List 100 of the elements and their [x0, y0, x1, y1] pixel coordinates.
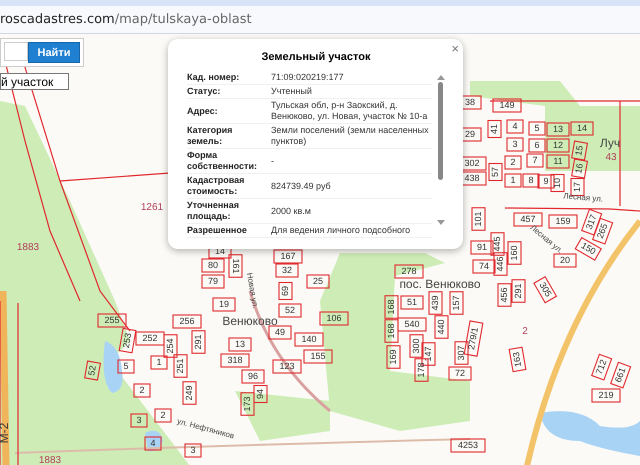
parcel-outline — [268, 325, 292, 340]
parcel-outline — [546, 138, 570, 153]
parcel-number: 318 — [227, 355, 243, 365]
parcel-number: 278 — [401, 266, 417, 276]
parcel-number: 11 — [553, 156, 563, 166]
parcel-number: 252 — [142, 333, 158, 343]
parcel-outline — [450, 438, 486, 453]
parcel-outline — [428, 291, 443, 315]
field-label: Уточненная площадь: — [187, 200, 240, 222]
parcel-outline — [546, 122, 570, 137]
layer-select[interactable]: й участок — [0, 73, 69, 90]
parcel-outline — [497, 283, 512, 307]
parcel-outline — [182, 381, 197, 405]
field-value: Земли поселений (земли населенных пунктов) — [271, 125, 430, 147]
parcel-outline — [513, 212, 543, 227]
address-bar[interactable]: roscadastres.com/map/tulskaya-oblast — [0, 6, 640, 34]
parcel-number: 80 — [208, 260, 218, 270]
field-label: Адрес: — [187, 106, 219, 116]
parcel-number: 25 — [313, 276, 323, 286]
area-number: 2 — [522, 326, 528, 337]
parcel-outline — [522, 173, 540, 188]
parcel-number: 51 — [407, 297, 417, 307]
field-value: Для ведения личного подсобного — [271, 225, 412, 236]
close-button[interactable]: × — [451, 42, 459, 55]
parcel-number: 661 — [612, 366, 628, 384]
parcel-number: 32 — [282, 265, 292, 275]
parcel-number: 167 — [280, 251, 296, 261]
field-value: 71:09:020219:177 — [271, 72, 345, 83]
parcel-number: 9 — [544, 176, 548, 186]
parcel-number: 6 — [534, 140, 540, 150]
parcel-number: 457 — [520, 214, 536, 224]
parcel-number: 219 — [598, 390, 614, 400]
parcel-number: 16 — [573, 162, 585, 174]
parcel-outline — [434, 315, 449, 339]
parcel-outline — [275, 263, 299, 278]
scroll-up-icon[interactable] — [436, 75, 444, 80]
parcel-number: 160 — [509, 245, 519, 261]
parcel-outline — [528, 121, 546, 136]
parcel-number: 10 — [552, 178, 562, 188]
parcel-number: 13 — [553, 124, 563, 134]
parcel-outline — [526, 153, 544, 168]
parcel-outline — [449, 291, 464, 315]
street-name: Лесная ул. — [562, 191, 604, 204]
parcel-number: 302 — [464, 158, 480, 168]
field-value: 824739.49 руб — [271, 180, 332, 192]
parcel-number: 155 — [310, 351, 326, 361]
parcel-outline — [533, 276, 558, 304]
parcel-outline — [508, 346, 527, 372]
parcel-number: 540 — [404, 319, 420, 329]
parcel-outline — [319, 311, 349, 326]
popup-title: Земельный участок — [260, 51, 372, 63]
parcel-number: 157 — [451, 295, 461, 311]
parcel-outline — [571, 158, 588, 179]
parcel-outline — [492, 98, 522, 113]
parcel-number: 14 — [577, 123, 587, 133]
field-label: Кадастровая стоимость: — [187, 175, 246, 197]
parcel-number: 4 — [150, 438, 156, 448]
parcel-number: 8 — [528, 175, 534, 185]
field-label: Категория земель: — [187, 125, 234, 147]
parcel-outline — [273, 249, 303, 264]
parcel-number: 49 — [275, 327, 285, 337]
area-number: 43 — [605, 152, 617, 163]
scroll-down-icon[interactable] — [436, 220, 444, 225]
parcel-number: 57 — [490, 167, 500, 177]
parcel-number: 20 — [560, 255, 570, 265]
parcel-number: 13 — [235, 339, 245, 349]
parcel-number: 12 — [553, 140, 563, 150]
parcel-number: 69 — [280, 286, 290, 296]
parcel-outline — [528, 138, 546, 153]
parcel-number: 4253 — [458, 440, 478, 450]
parcel-number: 79 — [208, 276, 218, 286]
parcel-number: 106 — [326, 313, 342, 323]
parcel-number: 17 — [572, 182, 582, 192]
parcel-outline — [240, 392, 255, 416]
parcel-outline — [278, 303, 302, 318]
parcel-number: 5 — [534, 123, 540, 133]
parcel-outline — [487, 120, 502, 138]
parcel-number: 29 — [465, 129, 475, 139]
search-field[interactable] — [4, 42, 28, 61]
parcel-outline — [409, 334, 424, 358]
parcel-number: 305 — [538, 280, 554, 298]
parcel-outline — [228, 337, 252, 352]
parcel-number: 140 — [301, 334, 317, 344]
parcel-number: 254 — [165, 338, 175, 354]
url-text: roscadastres.com/map/tulskaya-oblast — [0, 12, 252, 27]
parcel-number: 2 — [160, 410, 166, 420]
field-value: Тульская обл, р-н Заокский, д. Венюково, ул. Новая, участок № 10-а — [271, 100, 428, 122]
parcel-number: 439 — [430, 295, 440, 311]
place-name: Венюково — [222, 314, 278, 328]
parcel-number: 291 — [193, 334, 203, 350]
parcel-outline — [294, 332, 324, 347]
parcel-number: 163 — [510, 351, 524, 368]
find-button[interactable]: Найти — [28, 42, 80, 63]
parcel-number: 74 — [479, 261, 489, 271]
place-name: пос. Венюково — [399, 277, 481, 291]
area-number: 1883 — [16, 242, 40, 253]
field-label: Форма собственности: — [187, 150, 258, 172]
parcel-outline — [537, 174, 555, 189]
parcel-number: 96 — [248, 371, 258, 381]
parcel-number: 4 — [512, 121, 518, 131]
